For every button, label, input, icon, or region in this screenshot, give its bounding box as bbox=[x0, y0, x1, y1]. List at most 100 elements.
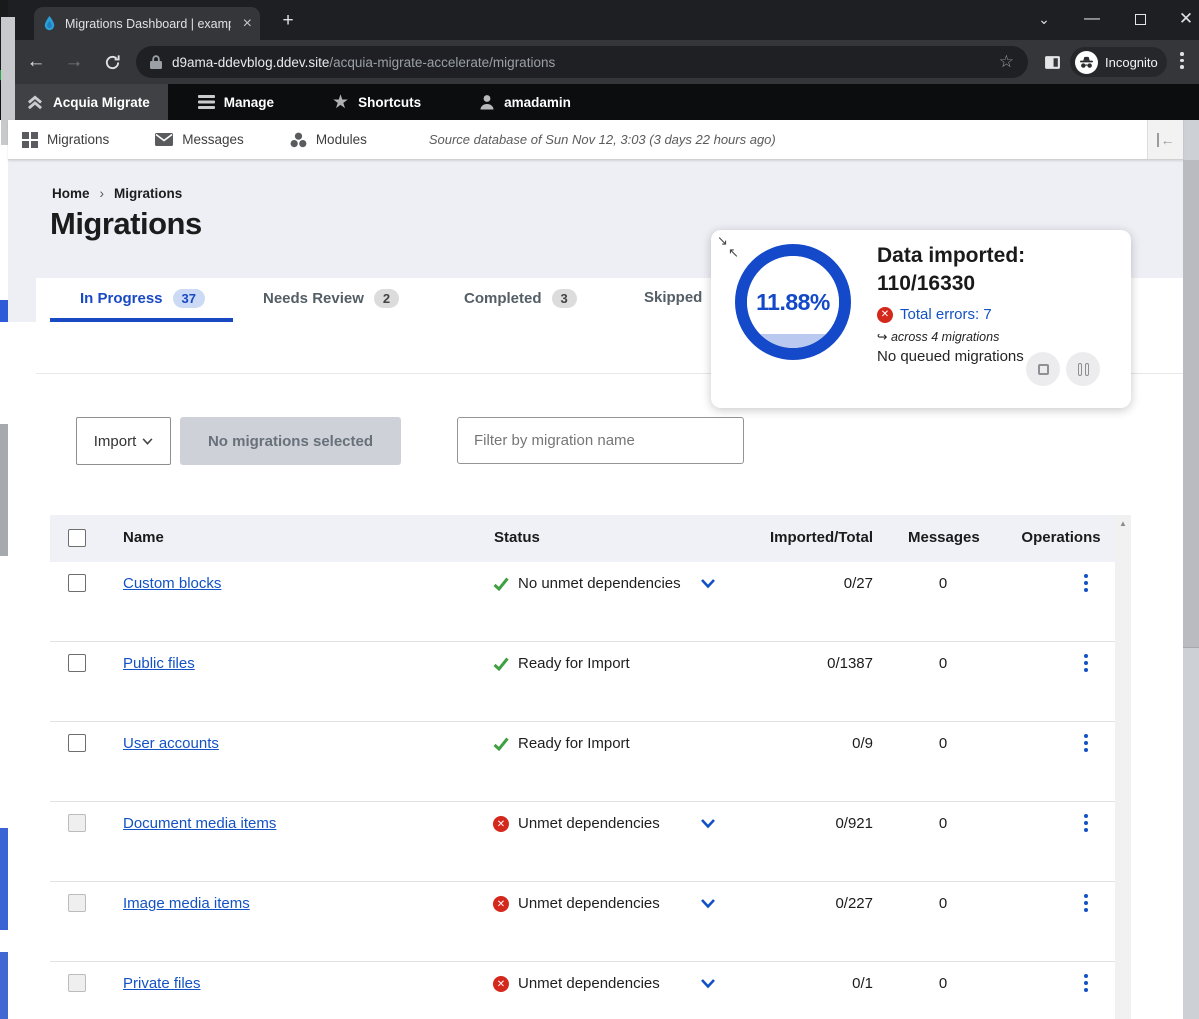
side-panel-icon[interactable] bbox=[1038, 40, 1066, 84]
nav-item-migrations[interactable]: Migrations bbox=[8, 120, 123, 160]
total-errors-link[interactable]: ✕ Total errors: 7 bbox=[877, 306, 992, 323]
admin-item-shortcuts[interactable]: ★ Shortcuts bbox=[316, 84, 437, 120]
operations-menu-icon[interactable] bbox=[1080, 654, 1092, 672]
data-imported-value: 110/16330 bbox=[877, 272, 975, 296]
row-checkbox bbox=[68, 814, 86, 832]
migration-name-link[interactable]: Public files bbox=[123, 655, 195, 672]
imported-total-value: 0/227 bbox=[650, 895, 873, 912]
tab-search-chevron-icon[interactable]: ⌄ bbox=[1022, 0, 1066, 38]
status-error-icon: ✕ bbox=[493, 816, 509, 832]
stop-button[interactable] bbox=[1026, 352, 1060, 386]
admin-item-user[interactable]: amadamin bbox=[463, 84, 587, 120]
window-maximize-button[interactable] bbox=[1118, 0, 1162, 38]
pause-button[interactable] bbox=[1066, 352, 1100, 386]
back-icon[interactable]: ← bbox=[22, 40, 50, 84]
secondary-toolbar: Migrations Messages Modules Source datab… bbox=[8, 120, 1183, 160]
select-all-checkbox[interactable] bbox=[68, 529, 86, 547]
active-tab-underline bbox=[50, 318, 233, 322]
tab-skipped[interactable]: Skipped bbox=[644, 289, 702, 306]
tab-in-progress[interactable]: In Progress37 bbox=[80, 289, 205, 308]
breadcrumb-separator: › bbox=[100, 186, 105, 201]
breadcrumb-home[interactable]: Home bbox=[52, 186, 90, 201]
row-checkbox[interactable] bbox=[68, 734, 86, 752]
background-window-sliver bbox=[0, 0, 8, 1019]
status-text: Unmet dependencies bbox=[518, 815, 660, 832]
migration-name-link[interactable]: Private files bbox=[123, 975, 201, 992]
messages-count: 0 bbox=[908, 815, 978, 832]
drupal-favicon-icon bbox=[42, 15, 57, 32]
imported-total-value: 0/921 bbox=[650, 815, 873, 832]
window-scrollbar-thumb[interactable] bbox=[1183, 160, 1199, 648]
queued-migrations-note: No queued migrations bbox=[877, 348, 1024, 365]
admin-item-manage[interactable]: Manage bbox=[182, 84, 290, 120]
tab-completed[interactable]: Completed 3 bbox=[464, 289, 577, 308]
browser-menu-icon[interactable] bbox=[1180, 52, 1184, 69]
double-chevron-up-icon bbox=[26, 95, 44, 110]
row-checkbox bbox=[68, 894, 86, 912]
migration-name-link[interactable]: Document media items bbox=[123, 815, 276, 832]
tab-needs-review[interactable]: Needs Review2 bbox=[263, 289, 399, 308]
operations-menu-icon[interactable] bbox=[1080, 574, 1092, 592]
imported-total-value: 0/1387 bbox=[650, 655, 873, 672]
imported-total-value: 0/1 bbox=[650, 975, 873, 992]
status-error-icon: ✕ bbox=[493, 976, 509, 992]
table-row: Image media items✕Unmet dependencies0/22… bbox=[50, 882, 1115, 962]
resize-arrow-nw-icon[interactable]: ↖ bbox=[728, 246, 739, 259]
browser-tab[interactable]: Migrations Dashboard | example × bbox=[34, 7, 260, 40]
new-tab-button[interactable]: + bbox=[276, 9, 300, 33]
status-error-icon: ✕ bbox=[493, 896, 509, 912]
status-ok-icon bbox=[492, 735, 510, 753]
error-icon: ✕ bbox=[877, 307, 893, 323]
chevron-down-icon bbox=[142, 438, 153, 445]
operations-menu-icon[interactable] bbox=[1080, 814, 1092, 832]
incognito-badge: Incognito bbox=[1070, 47, 1167, 77]
tab-close-icon[interactable]: × bbox=[243, 16, 252, 32]
across-migrations-note: ↪ across 4 migrations bbox=[877, 329, 999, 344]
window-close-button[interactable]: ✕ bbox=[1164, 0, 1199, 38]
source-database-note: Source database of Sun Nov 12, 3:03 (3 d… bbox=[429, 132, 776, 147]
operations-menu-icon[interactable] bbox=[1080, 734, 1092, 752]
table-row: Private files✕Unmet dependencies0/10 bbox=[50, 962, 1115, 1019]
grid-icon bbox=[22, 132, 38, 148]
messages-count: 0 bbox=[908, 655, 978, 672]
stop-icon bbox=[1038, 364, 1049, 375]
scroll-up-arrow-icon[interactable]: ▲ bbox=[1115, 519, 1131, 528]
status-text: Ready for Import bbox=[518, 655, 630, 672]
migration-name-link[interactable]: Image media items bbox=[123, 895, 250, 912]
browser-titlebar: Migrations Dashboard | example × + ⌄ — ✕ bbox=[8, 0, 1199, 40]
operations-menu-icon[interactable] bbox=[1080, 974, 1092, 992]
resize-arrow-se-icon[interactable]: ↘ bbox=[717, 234, 728, 247]
migration-name-link[interactable]: User accounts bbox=[123, 735, 219, 752]
bookmark-star-icon[interactable]: ☆ bbox=[999, 52, 1014, 72]
row-checkbox bbox=[68, 974, 86, 992]
page-title: Migrations bbox=[50, 206, 202, 242]
table-row: User accountsReady for Import0/90 bbox=[50, 722, 1115, 802]
star-icon: ★ bbox=[332, 93, 349, 112]
tab-label: Skipped bbox=[644, 289, 702, 306]
table-scrollbar[interactable]: ▲ bbox=[1115, 515, 1131, 1019]
table-row: Document media items✕Unmet dependencies0… bbox=[50, 802, 1115, 882]
data-imported-label: Data imported: bbox=[877, 244, 1025, 268]
nav-item-modules[interactable]: Modules bbox=[276, 120, 381, 160]
import-button[interactable]: Import bbox=[76, 417, 171, 465]
row-checkbox[interactable] bbox=[68, 574, 86, 592]
messages-count: 0 bbox=[908, 575, 978, 592]
url-bar[interactable]: d9ama-ddevblog.ddev.site/acquia-migrate-… bbox=[136, 46, 1028, 78]
forward-icon[interactable]: → bbox=[60, 40, 88, 84]
window-minimize-button[interactable]: — bbox=[1070, 0, 1114, 38]
admin-brand-acquia-migrate[interactable]: Acquia Migrate bbox=[8, 84, 168, 120]
operations-menu-icon[interactable] bbox=[1080, 894, 1092, 912]
row-checkbox[interactable] bbox=[68, 654, 86, 672]
progress-overlay-card: ↘ ↖ 11.88% Data imported: 110/16330 ✕ To… bbox=[711, 230, 1131, 408]
tab-label: Completed bbox=[464, 290, 542, 307]
migration-name-link[interactable]: Custom blocks bbox=[123, 575, 221, 592]
toolbar-collapse-button[interactable]: ← bbox=[1147, 120, 1183, 159]
incognito-icon bbox=[1075, 51, 1098, 74]
window-scrollbar[interactable] bbox=[1183, 120, 1199, 1019]
modules-icon bbox=[290, 132, 307, 148]
tab-title: Migrations Dashboard | example bbox=[65, 17, 231, 31]
filter-input[interactable] bbox=[457, 417, 744, 464]
breadcrumb: Home › Migrations bbox=[52, 186, 182, 201]
tab-count-badge: 3 bbox=[552, 289, 577, 308]
nav-item-messages[interactable]: Messages bbox=[141, 120, 258, 160]
